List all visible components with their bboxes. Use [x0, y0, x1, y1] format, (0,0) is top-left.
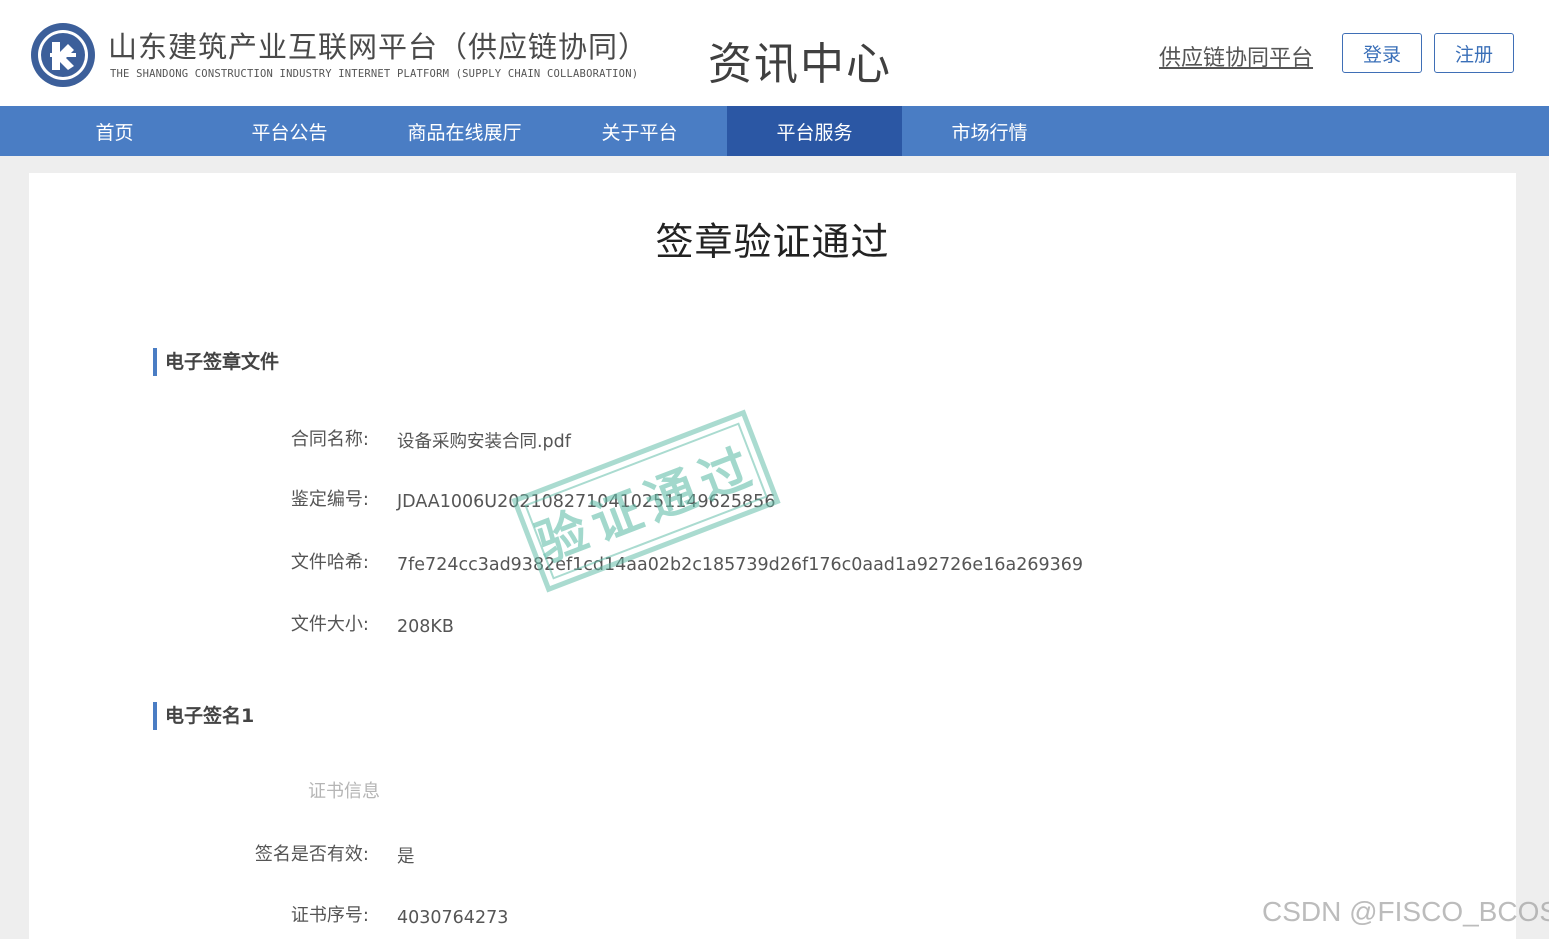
field-value: JDAA1006U2021082710410251149625856 [397, 492, 776, 512]
field-label: 合同名称: [290, 429, 369, 450]
field-row-appraisal-number: 鉴定编号: JDAA1006U2021082710410251149625856 [29, 485, 1516, 515]
brand-subtitle: THE SHANDONG CONSTRUCTION INDUSTRY INTER… [110, 68, 639, 80]
field-label: 鉴定编号: [290, 489, 369, 510]
field-row-file-size: 文件大小: 208KB [29, 610, 1516, 640]
section-heading-file: 电子签章文件 [153, 348, 279, 376]
field-label: 证书序号: [290, 905, 369, 926]
field-label: 文件大小: [290, 614, 369, 635]
nav-item-home[interactable]: 首页 [27, 106, 202, 156]
register-button[interactable]: 注册 [1434, 33, 1514, 73]
platform-logo-icon[interactable] [30, 22, 96, 88]
nav-item-services[interactable]: 平台服务 [727, 106, 902, 156]
page-title: 签章验证通过 [655, 220, 890, 264]
section-heading-signature: 电子签名1 [153, 702, 254, 730]
field-value: 208KB [397, 617, 454, 637]
main-nav: 首页 平台公告 商品在线展厅 关于平台 平台服务 市场行情 [0, 106, 1549, 156]
field-value: 是 [397, 847, 415, 867]
field-value: 设备采购安装合同.pdf [397, 432, 571, 452]
field-row-contract-name: 合同名称: 设备采购安装合同.pdf [29, 425, 1516, 455]
field-label: 签名是否有效: [254, 844, 369, 865]
nav-item-about[interactable]: 关于平台 [552, 106, 727, 156]
field-value: 4030764273 [397, 908, 509, 928]
supply-chain-link[interactable]: 供应链协同平台 [1159, 40, 1313, 72]
nav-item-announcements[interactable]: 平台公告 [202, 106, 377, 156]
nav-item-market[interactable]: 市场行情 [902, 106, 1077, 156]
field-row-signature-valid: 签名是否有效: 是 [29, 840, 1516, 870]
field-label: 文件哈希: [290, 552, 369, 573]
login-button[interactable]: 登录 [1342, 33, 1422, 73]
nav-item-showroom[interactable]: 商品在线展厅 [377, 106, 552, 156]
verification-card: 签章验证通过 电子签章文件 合同名称: 设备采购安装合同.pdf 鉴定编号: J… [29, 173, 1516, 939]
certificate-info-subheading: 证书信息 [308, 781, 380, 802]
brand-title: 山东建筑产业互联网平台（供应链协同） [108, 30, 649, 64]
csdn-watermark: CSDN @FISCO_BCOS [1262, 896, 1549, 927]
section-title: 资讯中心 [708, 39, 892, 90]
site-header: 山东建筑产业互联网平台（供应链协同） THE SHANDONG CONSTRUC… [0, 0, 1549, 106]
field-value: 7fe724cc3ad9382ef1cd14aa02b2c185739d26f1… [397, 555, 1083, 575]
field-row-file-hash: 文件哈希: 7fe724cc3ad9382ef1cd14aa02b2c18573… [29, 548, 1516, 578]
